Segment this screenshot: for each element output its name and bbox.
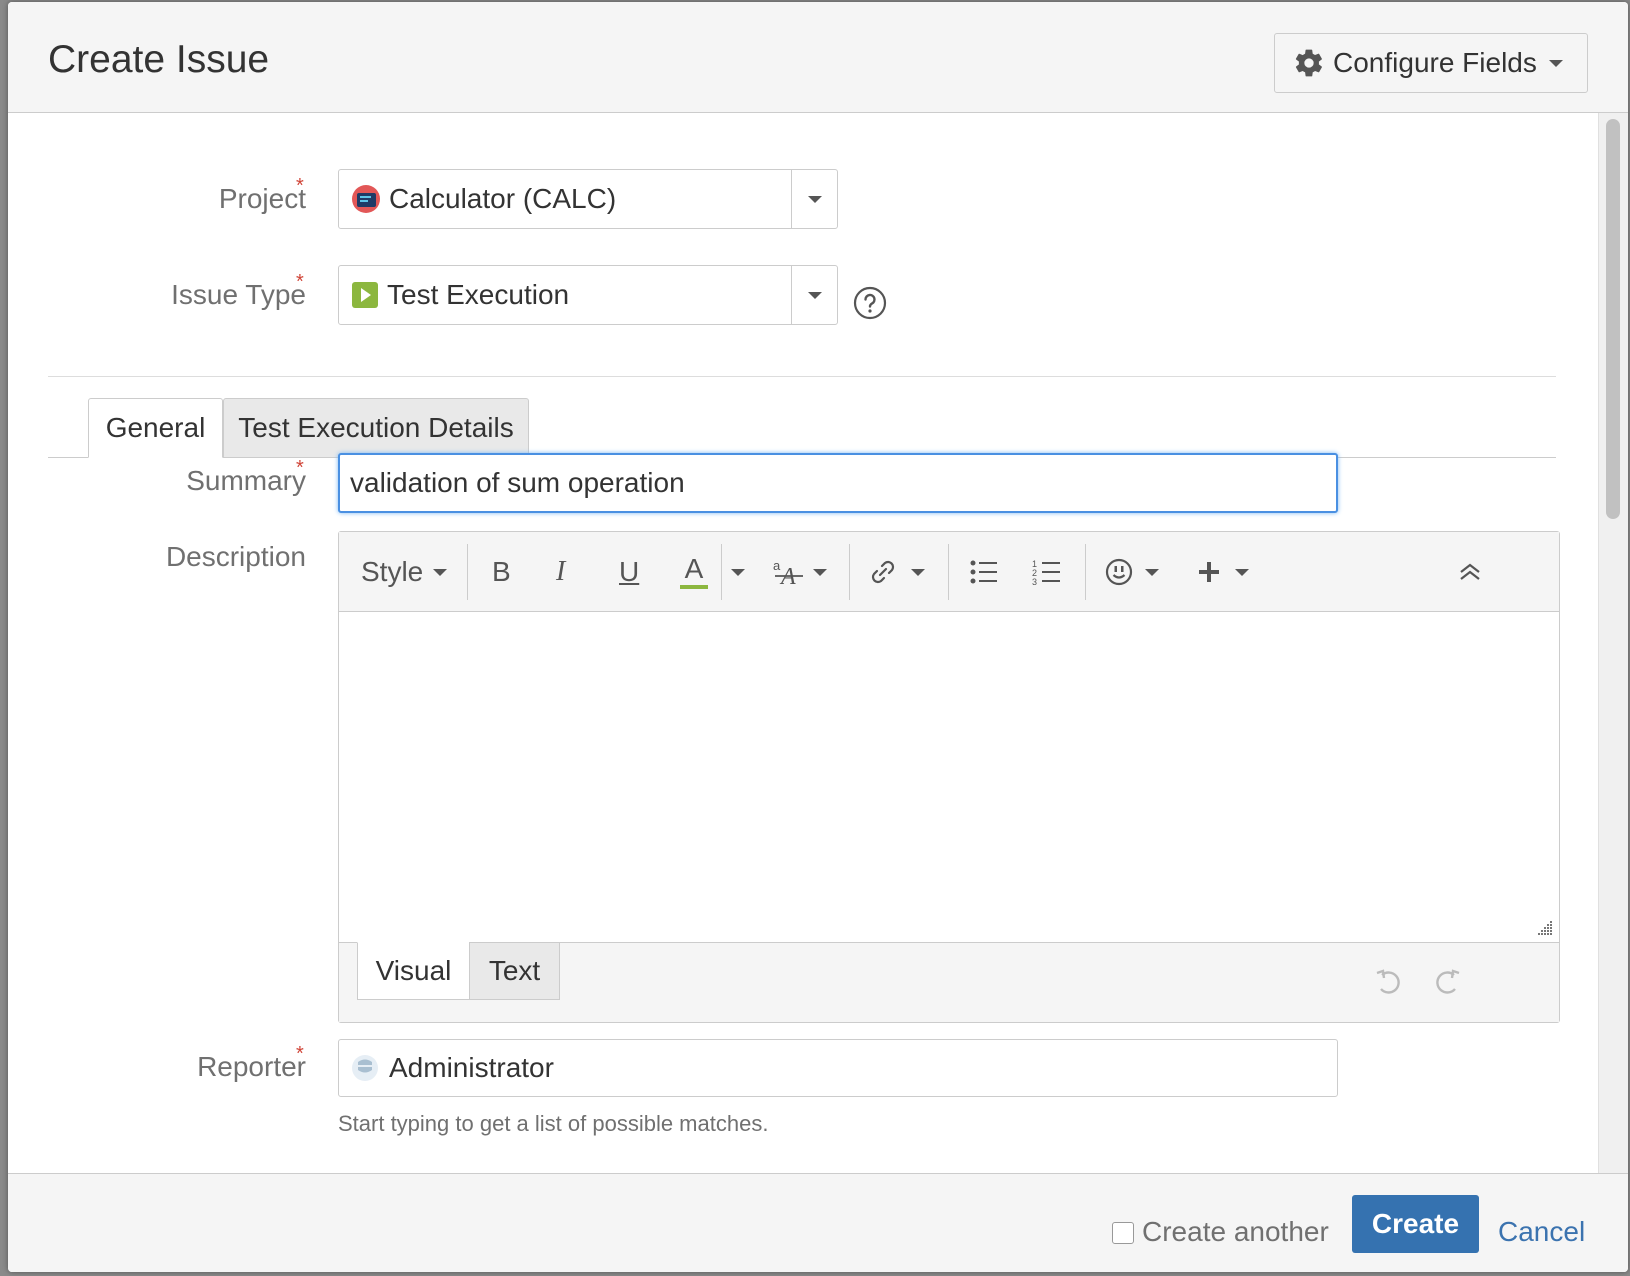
issue-type-dropdown-toggle[interactable]	[791, 266, 837, 324]
emoticon-dropdown[interactable]	[1105, 532, 1159, 612]
numbered-list-button[interactable]: 1 2 3	[1032, 532, 1062, 612]
toolbar-separator	[721, 544, 722, 600]
chevron-down-icon	[911, 569, 925, 576]
configure-fields-button[interactable]: Configure Fields	[1274, 33, 1588, 93]
create-button[interactable]: Create	[1352, 1195, 1479, 1253]
bullet-list-icon	[970, 560, 997, 584]
redo-icon[interactable]	[1431, 967, 1463, 999]
required-mark: *	[296, 1043, 304, 1065]
reporter-label: Reporter	[197, 1051, 306, 1082]
scrollbar[interactable]	[1598, 113, 1628, 1173]
italic-glyph: I	[556, 556, 566, 587]
required-mark: *	[296, 457, 304, 479]
summary-input[interactable]: validation of sum operation	[338, 453, 1338, 513]
dialog-footer: Create another Create Cancel	[8, 1173, 1628, 1272]
svg-text:3: 3	[1032, 577, 1037, 586]
resize-handle-icon[interactable]	[1535, 918, 1553, 936]
issue-type-value: Test Execution	[387, 279, 570, 310]
required-mark: *	[296, 175, 304, 197]
test-execution-icon	[352, 282, 378, 308]
description-label: Description	[165, 541, 306, 572]
project-select[interactable]: Calculator (CALC)	[338, 169, 838, 229]
text-effects-icon: a A	[773, 558, 803, 587]
text-effects-dropdown[interactable]: a A	[771, 532, 827, 612]
chevron-down-icon	[1548, 60, 1563, 67]
project-label: Project	[218, 183, 306, 214]
text-color-button[interactable]: A	[680, 532, 708, 612]
tab-general[interactable]: General	[88, 398, 223, 458]
link-dropdown[interactable]	[867, 532, 925, 612]
underline-glyph: U	[619, 556, 640, 587]
toolbar-separator	[948, 544, 949, 600]
section-divider	[48, 376, 1556, 377]
chevron-down-icon	[807, 292, 822, 299]
user-avatar-icon	[352, 1055, 378, 1081]
dialog-content: Project * Calculator (CALC) Issue Type *	[8, 113, 1598, 1173]
issue-type-select[interactable]: Test Execution	[338, 265, 838, 325]
tab-visual[interactable]: Visual	[357, 942, 470, 1000]
issue-type-label: Issue Type	[171, 279, 306, 310]
svg-text:a: a	[773, 558, 781, 573]
configure-fields-label: Configure Fields	[1333, 47, 1537, 78]
create-another-checkbox[interactable]	[1112, 1222, 1134, 1244]
dialog-header: Create Issue Configure Fields	[8, 2, 1628, 113]
italic-button[interactable]: I	[556, 532, 565, 612]
undo-icon[interactable]	[1373, 967, 1405, 999]
reporter-hint: Start typing to get a list of possible m…	[338, 1111, 769, 1136]
chevron-down-icon	[1145, 569, 1159, 576]
collapse-icon	[1460, 563, 1480, 580]
project-dropdown-toggle[interactable]	[791, 170, 837, 228]
text-color-glyph: A	[684, 553, 704, 584]
chevron-down-icon	[807, 196, 822, 203]
insert-more-dropdown[interactable]	[1197, 532, 1249, 612]
chevron-down-icon	[731, 569, 745, 576]
editor-footer: Visual Text	[339, 942, 1559, 1022]
link-icon	[871, 560, 895, 584]
numbered-list-icon: 1 2 3	[1032, 559, 1060, 586]
chevron-down-icon	[813, 569, 827, 576]
underline-button[interactable]: U	[619, 532, 639, 612]
bullet-list-button[interactable]	[969, 532, 999, 612]
create-another-label[interactable]: Create another	[1142, 1216, 1329, 1248]
toolbar-separator	[849, 544, 850, 600]
reporter-value: Administrator	[389, 1052, 554, 1083]
reporter-input[interactable]: Administrator	[338, 1039, 1338, 1097]
project-value: Calculator (CALC)	[389, 183, 617, 214]
tab-test-execution-details[interactable]: Test Execution Details	[223, 398, 529, 458]
bold-glyph: B	[492, 556, 511, 587]
required-mark: *	[296, 271, 304, 293]
collapse-toolbar-button[interactable]	[1459, 532, 1481, 612]
bold-button[interactable]: B	[492, 532, 511, 612]
chevron-down-icon	[1235, 569, 1249, 576]
editor-toolbar: Style B I U A a A 1 2 3	[339, 532, 1559, 612]
chevron-down-icon	[433, 569, 448, 576]
plus-icon	[1199, 562, 1219, 582]
description-textarea[interactable]	[339, 612, 1559, 942]
description-editor: Style B I U A a A 1 2 3 Visual Text	[338, 531, 1560, 1023]
dialog-title: Create Issue	[48, 38, 270, 81]
text-color-dropdown[interactable]	[731, 532, 745, 612]
toolbar-separator	[1085, 544, 1086, 600]
style-dropdown[interactable]: Style	[361, 532, 448, 612]
summary-label: Summary	[186, 465, 306, 496]
help-icon[interactable]	[853, 286, 887, 320]
scrollbar-thumb[interactable]	[1606, 119, 1620, 519]
project-icon	[352, 185, 380, 213]
cancel-link[interactable]: Cancel	[1498, 1216, 1585, 1248]
text-color-bar	[680, 585, 708, 589]
toolbar-separator	[467, 544, 468, 600]
emoticon-icon	[1105, 558, 1133, 586]
style-label: Style	[361, 556, 424, 587]
tab-text[interactable]: Text	[469, 942, 560, 1000]
create-issue-dialog: Create Issue Configure Fields Project * …	[8, 2, 1628, 1272]
gear-icon	[1295, 49, 1322, 77]
